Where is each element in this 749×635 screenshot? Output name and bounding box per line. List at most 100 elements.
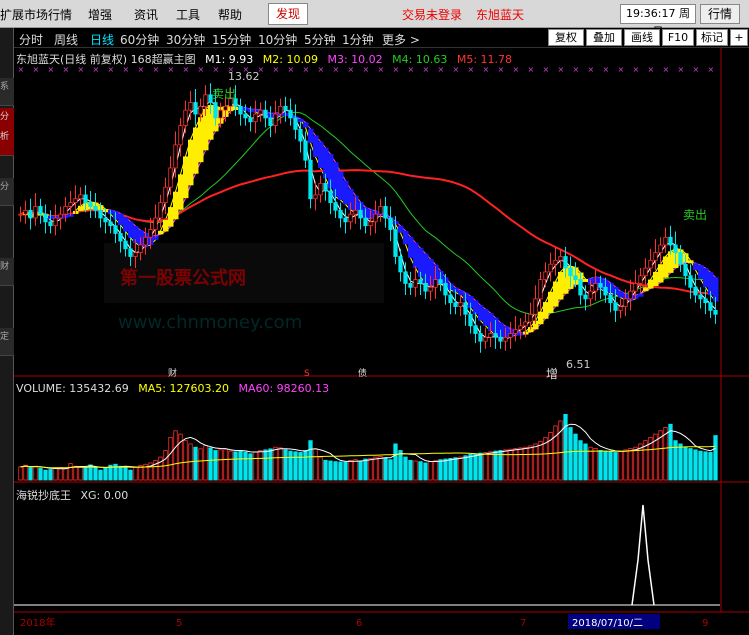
candle-body [198, 105, 203, 115]
volume-bar [233, 451, 238, 481]
date-tick-1: 5 [176, 618, 182, 629]
ribbon-segment [128, 221, 134, 238]
candle-body [158, 202, 163, 219]
ribbon-segment [118, 213, 124, 226]
volume-bar [448, 457, 453, 481]
candle-body [333, 202, 338, 211]
event-label-2: S [304, 369, 310, 379]
ribbon-segment [648, 279, 654, 289]
candle-body [268, 117, 273, 127]
volume-bar [293, 451, 298, 481]
candle-body [408, 283, 413, 288]
volume-bar [298, 452, 303, 481]
volume-bar [103, 467, 108, 481]
volume-bar [698, 450, 703, 481]
candle-body [448, 294, 453, 304]
volume-bar [373, 456, 378, 481]
volume-bar [268, 448, 273, 481]
chart-canvas[interactable]: 第一股票公式网 www.chnmoney.com × × × × × × × × × × × × × × ×… [0, 0, 749, 635]
candle-body [73, 198, 78, 203]
candle-body [113, 225, 118, 234]
volume-bar [713, 435, 718, 481]
volume-bar [73, 465, 78, 481]
candle-body [308, 159, 313, 200]
volume-bar [633, 446, 638, 481]
candle-body [393, 229, 398, 257]
volume-bar [238, 450, 243, 481]
candle-body [543, 271, 548, 280]
candle-body [618, 306, 623, 311]
candle-body [383, 206, 388, 219]
volume-bar [443, 458, 448, 481]
ribbon-segment [668, 251, 674, 273]
volume-bar [258, 450, 263, 481]
candle-body [663, 236, 668, 246]
volume-bar [383, 457, 388, 481]
ribbon-segment [663, 256, 669, 278]
candle-body [528, 313, 533, 323]
ribbon-segment [688, 260, 694, 264]
volume-bar [393, 443, 398, 481]
marker-x: × [108, 65, 115, 74]
ribbon-segment [178, 174, 184, 210]
volume-bar [223, 448, 228, 481]
marker-x: × [513, 65, 520, 74]
volume-bar [398, 450, 403, 481]
volume-bar [593, 448, 598, 481]
volume-bar [578, 440, 583, 481]
volume-bar [283, 449, 288, 481]
candle-body [633, 283, 638, 292]
volume-bar [623, 449, 628, 481]
sell-label-1: 卖出 [212, 87, 236, 101]
candle-body [673, 244, 678, 254]
volume-bar [58, 467, 63, 481]
candle-body [413, 279, 418, 288]
volume-bar [703, 451, 708, 481]
marker-x: × [708, 65, 715, 74]
candle-body [638, 275, 643, 284]
ribbon-segment [543, 302, 549, 319]
volume-bar [488, 451, 493, 481]
ribbon-segment [473, 300, 479, 315]
volume-bar [288, 450, 293, 481]
volume-bar [158, 456, 163, 481]
volume-bar [638, 443, 643, 481]
marker-x: × [303, 65, 310, 74]
volume-bar [133, 467, 138, 481]
volume-bar [708, 452, 713, 481]
candle-body [53, 217, 58, 227]
marker-x: × [213, 65, 220, 74]
candle-body [518, 325, 523, 331]
volume-bar [463, 455, 468, 481]
candle-body [153, 217, 158, 230]
candle-body [108, 221, 113, 227]
ribbon-segment [548, 291, 554, 313]
candle-body [353, 209, 358, 215]
candle-body [423, 283, 428, 292]
candle-body [263, 109, 268, 119]
marker-x: × [183, 65, 190, 74]
candle-body [48, 221, 53, 227]
volume-bar [198, 448, 203, 481]
volume-bar [683, 446, 688, 481]
volume-bar [473, 453, 478, 481]
volume-bar [628, 448, 633, 481]
volume-bar [678, 443, 683, 481]
candle-body [493, 333, 498, 338]
candle-body [38, 206, 43, 215]
candle-body [223, 105, 228, 111]
volume-bar [563, 413, 568, 481]
ribbon-segment [558, 271, 564, 300]
volume-bar [218, 449, 223, 481]
ribbon-segment [703, 268, 709, 288]
candle-body [103, 217, 108, 223]
ribbon-segment [318, 141, 324, 168]
watermark-text-2: www.chnmoney.com [118, 312, 302, 333]
candle-body [443, 283, 448, 296]
candle-body [463, 302, 468, 315]
marker-x: × [153, 65, 160, 74]
candle-body [188, 102, 193, 111]
candle-body [168, 167, 173, 188]
candle-body [483, 336, 488, 342]
volume-bar [263, 449, 268, 481]
